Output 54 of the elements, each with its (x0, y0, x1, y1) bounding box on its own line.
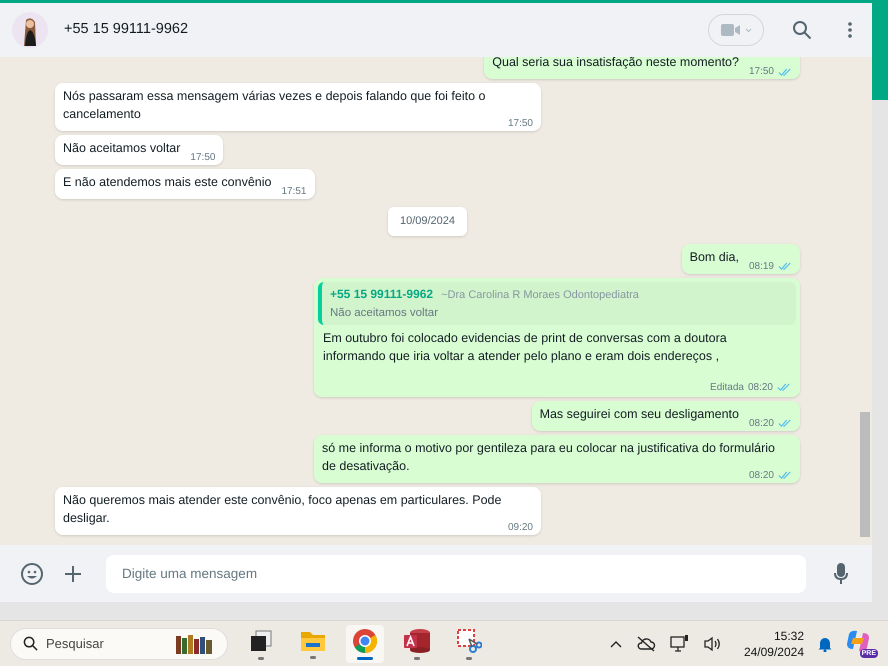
message-time: 08:20 (748, 416, 774, 430)
message-text: Nós passaram essa mensagem várias vezes e depois falando que foi feito o cancelamento (63, 89, 486, 121)
taskbar-clock[interactable]: 15:32 24/09/2024 (744, 628, 804, 660)
read-ticks-icon (778, 68, 792, 76)
message-time: 17:51 (281, 185, 306, 199)
emoji-icon[interactable] (20, 562, 44, 586)
message-time: 08:19 (748, 260, 774, 274)
speaker-icon[interactable] (704, 636, 722, 652)
quote-text: Não aceitamos voltar (330, 306, 440, 320)
browser-icon (352, 628, 378, 654)
message-time: 17:50 (190, 151, 216, 165)
bell-icon[interactable] (818, 636, 832, 652)
task-view-icon (248, 628, 274, 654)
contact-name[interactable]: +55 15 99111-9962 (64, 19, 692, 41)
message-text: Bom dia, (690, 250, 740, 264)
scrollbar-thumb[interactable] (860, 412, 870, 537)
snipping-tool-icon (456, 628, 482, 654)
clock-time: 15:32 (774, 628, 804, 644)
message-text: Em outubro foi colocado evidencias de print de conversas com a doutora informando que iria voltar a atender pelo plano e eram dois endereços , (323, 330, 727, 362)
search-icon[interactable] (792, 20, 812, 40)
quoted-message[interactable]: +55 15 99111-9962 ~Dra Carolina R Moraes Odontopediatra Não aceitamos voltar (318, 282, 796, 324)
video-camera-icon (720, 23, 740, 37)
edited-label: Editada (710, 380, 744, 394)
message-text: Qual seria sua insatisfação neste momento? (492, 57, 740, 69)
date-chip: 10/09/2024 (388, 207, 468, 236)
message-text: Mas seguirei com seu desligamento (540, 406, 740, 420)
menu-icon[interactable] (848, 22, 852, 38)
chevron-up-icon[interactable] (610, 640, 622, 648)
contact-avatar[interactable] (12, 12, 48, 48)
message-time: 17:50 (748, 65, 774, 79)
database-app-icon (403, 628, 431, 654)
quote-author-name: ~Dra Carolina R Moraes Odontopediatra (441, 288, 639, 302)
message-text: Não aceitamos voltar (63, 141, 182, 155)
message-time: 08:20 (748, 380, 773, 394)
read-ticks-icon (778, 419, 792, 428)
read-ticks-icon (778, 262, 792, 271)
plus-icon[interactable] (64, 564, 82, 582)
read-ticks-icon (778, 471, 792, 480)
read-ticks-icon (777, 383, 791, 392)
message-time: 17:50 (508, 117, 533, 131)
caret-icon (744, 28, 752, 32)
taskbar-search-input[interactable]: Pesquisar (46, 634, 166, 654)
message-text: E não atendemos mais este convênio (63, 175, 272, 189)
copilot-icon (846, 630, 870, 652)
network-icon[interactable] (670, 634, 690, 652)
clock-date: 24/09/2024 (744, 644, 804, 660)
microphone-icon[interactable] (834, 562, 848, 584)
message-input[interactable]: Digite uma mensagem (106, 554, 806, 592)
message-time: 09:20 (508, 520, 533, 534)
taskbar-search-field[interactable]: Pesquisar (10, 628, 228, 660)
message-text: Não queremos mais atender este convênio, foco apenas em particulares. Pode desligar. (63, 492, 502, 524)
cloud-off-icon[interactable] (636, 636, 656, 652)
search-icon (23, 636, 38, 651)
quote-author: +55 15 99111-9962 (330, 286, 434, 302)
